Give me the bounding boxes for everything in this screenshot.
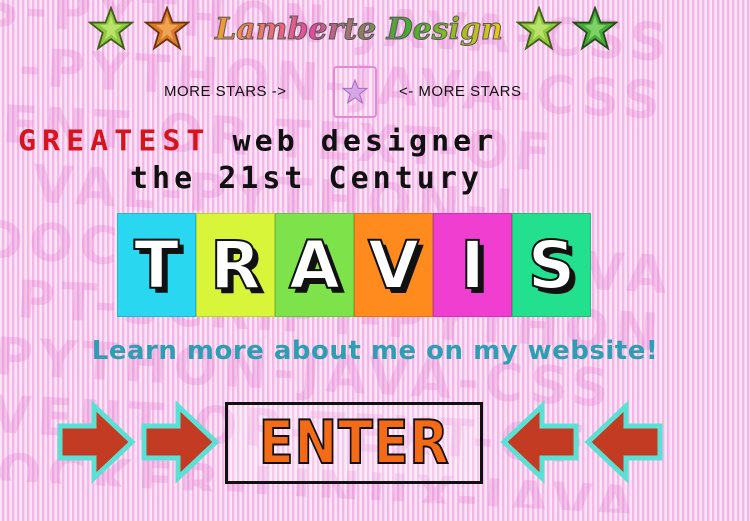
enter-button[interactable]: ENTER	[225, 402, 483, 484]
name-letter-tile: R	[196, 213, 275, 317]
learn-more-text: Learn more about me on my website!	[91, 336, 659, 366]
site-logo-text: Lamberte Design	[215, 12, 504, 48]
tagline-line-2: the 21st Century	[130, 161, 483, 196]
arrow-right-icon	[57, 400, 136, 484]
tagline-line-1-rest: web designer	[210, 124, 498, 159]
arrow-left-icon	[500, 400, 579, 484]
arrow-right-icon	[141, 400, 220, 484]
star-icon	[572, 6, 618, 51]
star-icon	[88, 6, 134, 51]
name-letter-tile: A	[275, 213, 354, 317]
more-stars-left-label: MORE STARS ->	[164, 83, 287, 100]
more-stars-right-label: <- MORE STARS	[399, 83, 522, 100]
more-stars-button[interactable]	[333, 66, 377, 118]
name-letter-tile: T	[117, 213, 196, 317]
name-letter-tile: V	[354, 213, 433, 317]
name-letter-tile: I	[433, 213, 512, 317]
tagline-highlight: GREATEST	[18, 124, 211, 159]
arrow-left-icon	[584, 400, 663, 484]
star-icon	[144, 6, 190, 51]
star-icon	[342, 79, 368, 105]
logo-header: Lamberte Design	[0, 6, 750, 58]
name-banner: T R A V I S	[117, 213, 591, 317]
enter-button-label: ENTER	[258, 408, 450, 478]
tagline-line-1: GREATEST web designer	[18, 125, 738, 158]
star-icon	[516, 6, 562, 51]
name-letter-tile: S	[512, 213, 591, 317]
